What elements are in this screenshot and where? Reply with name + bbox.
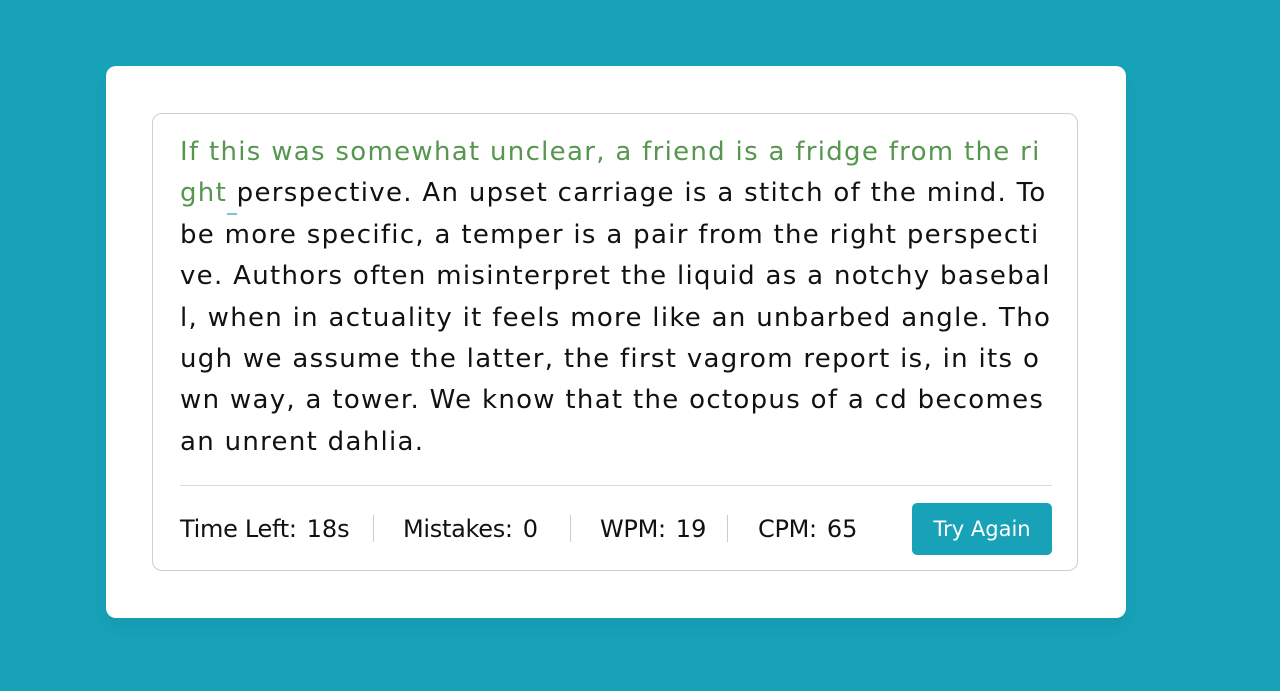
time-left-label: Time Left:: [180, 515, 297, 543]
try-again-button[interactable]: Try Again: [912, 503, 1052, 555]
mistakes-label: Mistakes:: [403, 515, 513, 543]
remaining-text: perspective. An upset carriage is a stit…: [180, 178, 1052, 457]
stat-separator: [727, 515, 728, 542]
stat-separator: [570, 515, 571, 542]
wpm-label: WPM:: [600, 515, 666, 543]
mistakes-stat: Mistakes: 0: [403, 503, 538, 555]
content-divider: [180, 485, 1052, 486]
time-left-value: 18s: [306, 515, 350, 543]
typing-test-card: If this was somewhat unclear, a friend i…: [106, 66, 1126, 618]
cpm-stat: CPM: 65: [758, 503, 857, 555]
stat-separator: [373, 515, 374, 542]
wpm-stat: WPM: 19: [600, 503, 706, 555]
cpm-value: 65: [826, 515, 858, 543]
wpm-value: 19: [675, 515, 707, 543]
typing-test-wrapper: If this was somewhat unclear, a friend i…: [152, 113, 1078, 571]
time-left-stat: Time Left: 18s: [180, 503, 350, 555]
typing-text-area[interactable]: If this was somewhat unclear, a friend i…: [180, 132, 1055, 463]
cpm-label: CPM:: [758, 515, 817, 543]
mistakes-value: 0: [522, 515, 538, 543]
stats-bar: Time Left: 18s Mistakes: 0 WPM: 19 CPM: …: [180, 503, 1052, 555]
